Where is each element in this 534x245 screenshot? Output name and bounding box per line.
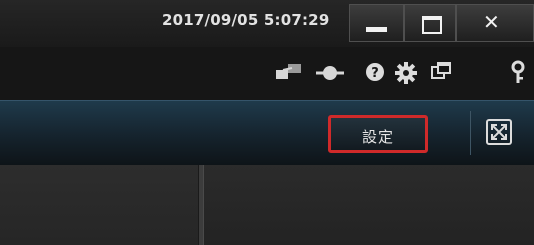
- key-icon[interactable]: [508, 47, 528, 100]
- right-pane: [204, 165, 534, 245]
- settings-button[interactable]: 設定: [328, 115, 428, 153]
- title-bar: 2017/09/05 5:07:29 ✕: [0, 0, 534, 47]
- icon-toolbar: ?: [0, 47, 534, 100]
- gear-icon[interactable]: [394, 47, 418, 100]
- left-pane: [0, 165, 198, 245]
- close-icon: ✕: [483, 10, 500, 34]
- datetime-display: 2017/09/05 5:07:29: [162, 11, 330, 29]
- close-button[interactable]: ✕: [456, 4, 534, 42]
- fullscreen-icon: [491, 124, 507, 140]
- main-toolbar: 設定: [0, 100, 534, 165]
- toolbar-separator: [470, 111, 471, 155]
- settings-button-label: 設定: [361, 128, 394, 146]
- maximize-button[interactable]: [404, 4, 456, 42]
- minimize-icon: [366, 27, 387, 32]
- window-layout-icon[interactable]: [429, 47, 453, 100]
- maximize-icon: [422, 16, 442, 34]
- network-status-icon[interactable]: [272, 47, 306, 100]
- minimize-button[interactable]: [349, 4, 404, 42]
- fullscreen-button[interactable]: [486, 119, 512, 145]
- help-icon[interactable]: ?: [364, 47, 386, 100]
- connection-icon[interactable]: [312, 47, 348, 100]
- content-area: [0, 165, 534, 245]
- svg-text:?: ?: [371, 66, 379, 81]
